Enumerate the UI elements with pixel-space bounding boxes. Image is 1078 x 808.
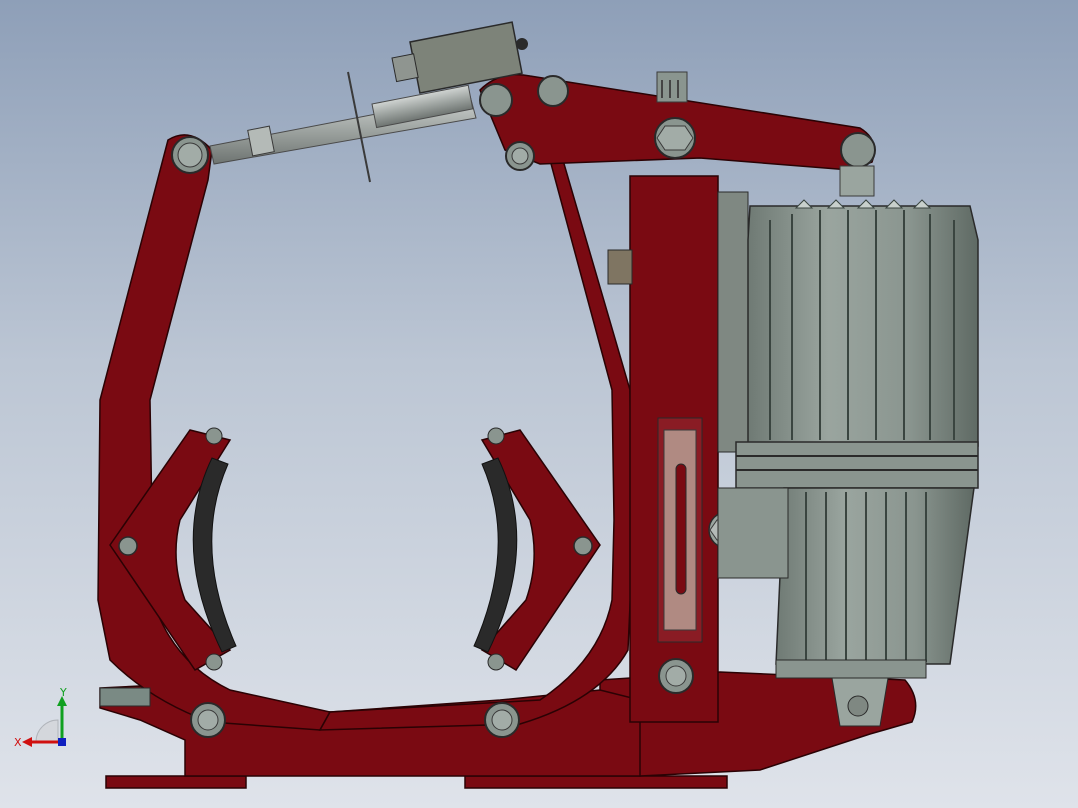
thruster-motor xyxy=(717,191,979,727)
left-foot-bolt xyxy=(99,687,151,707)
right-brake-shoe xyxy=(473,427,601,672)
cad-viewport[interactable]: Y X xyxy=(0,0,1078,808)
x-axis-label: X xyxy=(14,736,22,749)
base-plate xyxy=(105,775,728,789)
pivot-pin-top-left xyxy=(171,136,209,174)
right-brake-arm xyxy=(318,95,633,731)
axis-triad: Y X xyxy=(14,686,67,749)
brake-model-view[interactable] xyxy=(0,0,1078,808)
y-axis-label: Y xyxy=(59,686,67,699)
z-axis-marker xyxy=(58,738,66,746)
